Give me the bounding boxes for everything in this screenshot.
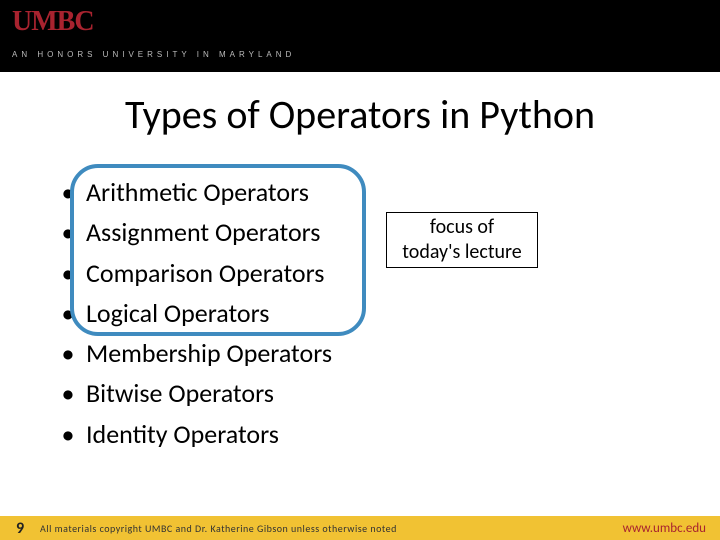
logo-text: UMBC [12, 6, 94, 37]
footer-bar: 9 All materials copyright UMBC and Dr. K… [0, 516, 720, 540]
list-item: • Membership Operators [50, 333, 332, 373]
list-item: • Assignment Operators [50, 212, 332, 252]
bullet-list: • Arithmetic Operators • Assignment Oper… [50, 172, 332, 454]
bullet-dot: • [50, 172, 86, 212]
bullet-dot: • [50, 414, 86, 454]
bullet-dot: • [50, 253, 86, 293]
bullet-dot: • [50, 212, 86, 252]
bullet-dot: • [50, 373, 86, 413]
footer-url: www.umbc.edu [623, 521, 720, 536]
list-item: • Bitwise Operators [50, 373, 332, 413]
slide-title: Types of Operators in Python [0, 90, 720, 139]
slide: UMBC AN HONORS UNIVERSITY IN MARYLAND Ty… [0, 0, 720, 540]
tagline: AN HONORS UNIVERSITY IN MARYLAND [12, 50, 295, 59]
focus-label: focus of today's lecture [386, 212, 538, 268]
list-item: • Identity Operators [50, 414, 332, 454]
bullet-text: Logical Operators [86, 293, 269, 333]
bullet-dot: • [50, 333, 86, 373]
header-bar: UMBC AN HONORS UNIVERSITY IN MARYLAND [0, 0, 720, 72]
page-number: 9 [0, 519, 40, 538]
bullet-text: Assignment Operators [86, 212, 320, 252]
bullet-text: Arithmetic Operators [86, 172, 309, 212]
list-item: • Arithmetic Operators [50, 172, 332, 212]
focus-line1: focus of [391, 215, 533, 240]
bullet-dot: • [50, 293, 86, 333]
bullet-text: Bitwise Operators [86, 373, 274, 413]
list-item: • Comparison Operators [50, 253, 332, 293]
umbc-logo: UMBC [12, 6, 94, 38]
copyright-text: All materials copyright UMBC and Dr. Kat… [40, 522, 623, 535]
bullet-text: Identity Operators [86, 414, 279, 454]
list-item: • Logical Operators [50, 293, 332, 333]
focus-line2: today's lecture [391, 240, 533, 265]
bullet-text: Membership Operators [86, 333, 332, 373]
bullet-text: Comparison Operators [86, 253, 324, 293]
